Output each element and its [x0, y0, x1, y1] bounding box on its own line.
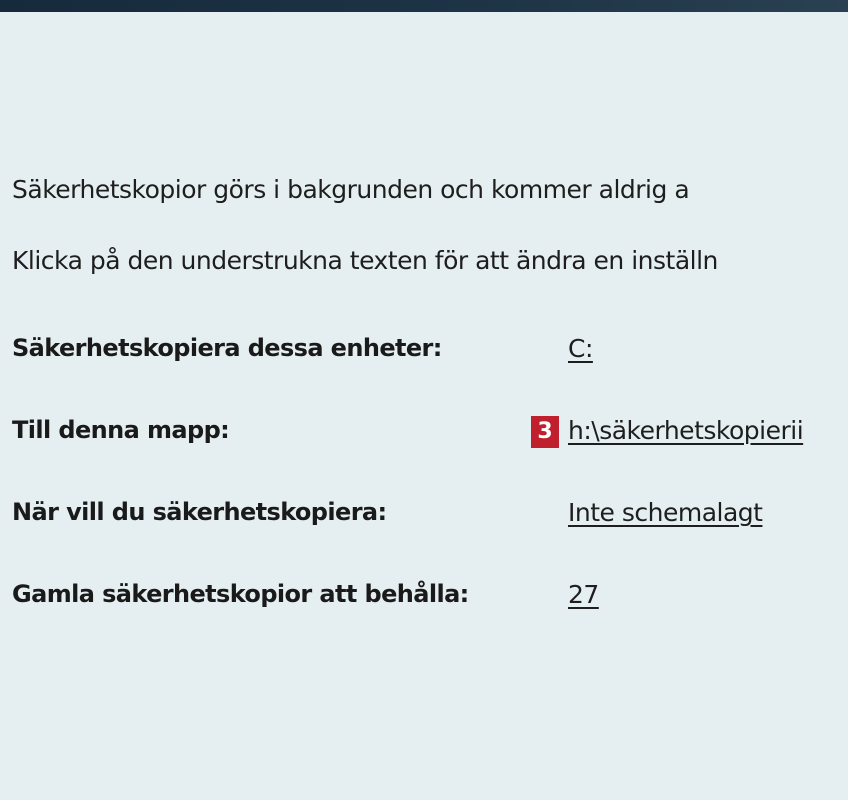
setting-label-folder: Till denna mapp:	[12, 416, 230, 444]
setting-link-folder[interactable]: h:\säkerhetskopierii	[568, 416, 804, 445]
setting-link-schedule[interactable]: Inte schemalagt	[568, 498, 763, 527]
setting-link-drives[interactable]: C:	[568, 334, 593, 363]
setting-row-drives: Säkerhetskopiera dessa enheter: C:	[12, 334, 848, 374]
step-number-badge: 3	[531, 416, 559, 448]
intro-text-instructions: Klicka på den understrukna texten för at…	[12, 246, 718, 275]
setting-label-drives: Säkerhetskopiera dessa enheter:	[12, 334, 442, 362]
setting-label-schedule: När vill du säkerhetskopiera:	[12, 498, 387, 526]
setting-row-keep-count: Gamla säkerhetskopior att behålla: 27	[12, 580, 848, 620]
setting-row-folder: Till denna mapp: 3 h:\säkerhetskopierii	[12, 416, 848, 456]
backup-settings-panel: Säkerhetskopior görs i bakgrunden och ko…	[12, 0, 848, 800]
setting-label-keep-count: Gamla säkerhetskopior att behålla:	[12, 580, 469, 608]
intro-text-background-info: Säkerhetskopior görs i bakgrunden och ko…	[12, 175, 690, 204]
setting-link-keep-count[interactable]: 27	[568, 580, 599, 609]
setting-row-schedule: När vill du säkerhetskopiera: Inte schem…	[12, 498, 848, 538]
